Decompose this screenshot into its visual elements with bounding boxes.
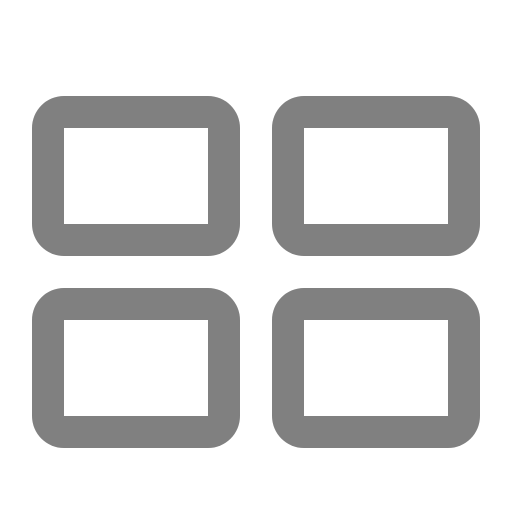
grid-tile-bottom-right bbox=[272, 288, 480, 448]
grid-tile-top-right bbox=[272, 96, 480, 256]
icon-canvas bbox=[0, 0, 512, 512]
grid-tile-bottom-left-inner bbox=[64, 320, 208, 416]
grid-view-icon bbox=[32, 96, 480, 448]
grid-tile-top-right-inner bbox=[304, 128, 448, 224]
grid-tile-top-left bbox=[32, 96, 240, 256]
grid-tile-bottom-left bbox=[32, 288, 240, 448]
grid-tile-bottom-right-inner bbox=[304, 320, 448, 416]
grid-tile-top-left-inner bbox=[64, 128, 208, 224]
